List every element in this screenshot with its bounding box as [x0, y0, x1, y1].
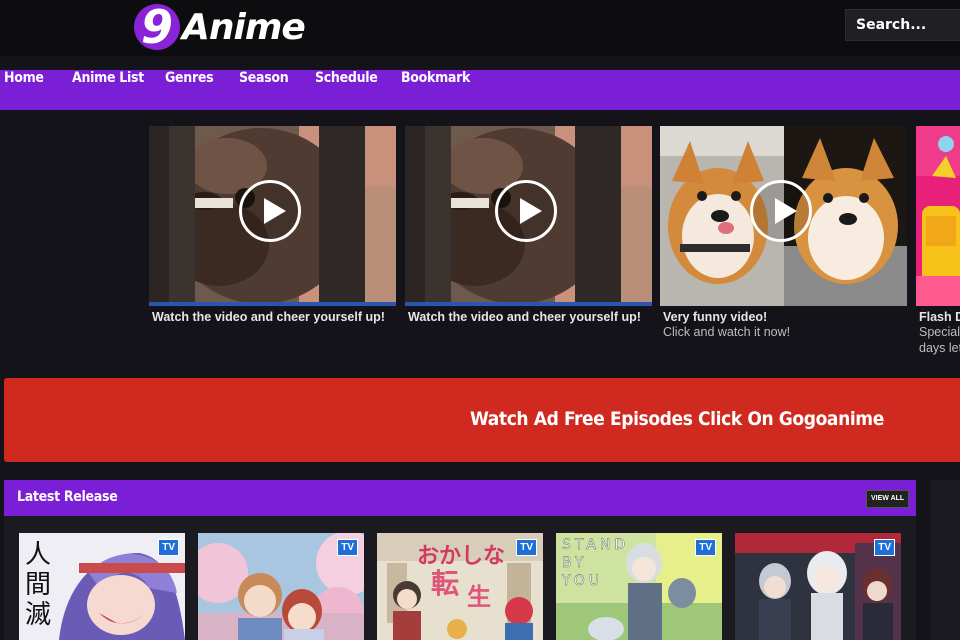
gogoanime-banner[interactable]: Watch Ad Free Episodes Click On Gogoanim… [4, 378, 960, 462]
ad-subtitle[interactable]: Click and watch it now! [663, 325, 907, 340]
anime-card[interactable]: TV [735, 533, 901, 640]
tv-badge: TV [158, 539, 179, 556]
svg-text:人: 人 [25, 540, 51, 570]
latest-release-header: Latest Release VIEW ALL [4, 480, 916, 516]
logo-text: Anime [182, 6, 306, 48]
ad-title[interactable]: Watch the video and cheer yourself up! [152, 310, 396, 324]
anime-card[interactable]: TV [198, 533, 364, 640]
site-logo[interactable]: 9 Anime [134, 0, 306, 54]
anime-card[interactable]: STAND BY YOU TV [556, 533, 722, 640]
tv-badge: TV [516, 539, 537, 556]
ad-card[interactable]: Watch the video and cheer yourself up! [405, 126, 652, 324]
nav-home[interactable]: Home [4, 70, 44, 110]
play-icon[interactable] [495, 180, 557, 242]
ad-thumbnail[interactable] [660, 126, 907, 306]
tv-badge: TV [695, 539, 716, 556]
svg-text:生: 生 [467, 583, 491, 611]
sale-ad-image [916, 126, 960, 306]
logo-mark: 9 [134, 0, 180, 54]
nav-schedule[interactable]: Schedule [315, 70, 378, 110]
top-header: 9 Anime [0, 0, 960, 56]
anime-card[interactable]: おかしな 転 生 TV [377, 533, 543, 640]
svg-text:間: 間 [25, 570, 51, 600]
search-input[interactable] [845, 9, 960, 41]
view-all-button[interactable]: VIEW ALL [866, 490, 910, 508]
nav-genres[interactable]: Genres [165, 70, 214, 110]
right-sidebar [930, 480, 960, 640]
ad-title[interactable]: Watch the video and cheer yourself up! [408, 310, 652, 324]
tv-badge: TV [874, 539, 895, 556]
tv-badge: TV [337, 539, 358, 556]
nav-anime-list[interactable]: Anime List [72, 70, 144, 110]
main-nav: Home Anime List Genres Season Schedule B… [0, 70, 960, 110]
banner-text[interactable]: Watch Ad Free Episodes Click On Gogoanim… [470, 408, 884, 430]
svg-text:転: 転 [431, 567, 459, 600]
ad-subtitle-2[interactable]: days let [919, 341, 960, 356]
svg-text:おかしな: おかしな [417, 544, 505, 569]
play-icon[interactable] [239, 180, 301, 242]
ad-title[interactable]: Flash D [919, 310, 960, 324]
svg-text:YOU: YOU [561, 573, 603, 589]
ad-subtitle[interactable]: Special [919, 325, 960, 340]
ad-title[interactable]: Very funny video! [663, 310, 907, 324]
svg-text:滅: 滅 [25, 600, 51, 630]
svg-text:STAND: STAND [562, 537, 629, 553]
nav-season[interactable]: Season [239, 70, 289, 110]
nav-bookmark[interactable]: Bookmark [401, 70, 470, 110]
ad-card[interactable]: Watch the video and cheer yourself up! [149, 126, 396, 324]
ad-card[interactable]: Flash D Special days let [916, 126, 960, 356]
svg-text:BY: BY [562, 555, 587, 571]
ad-thumbnail[interactable] [149, 126, 396, 306]
ad-thumbnail[interactable] [916, 126, 960, 306]
section-title: Latest Release [17, 489, 118, 505]
ad-card[interactable]: Very funny video! Click and watch it now… [660, 126, 907, 340]
play-icon[interactable] [750, 180, 812, 242]
ad-thumbnail[interactable] [405, 126, 652, 306]
anime-card[interactable]: 人 間 滅 TV [19, 533, 185, 640]
